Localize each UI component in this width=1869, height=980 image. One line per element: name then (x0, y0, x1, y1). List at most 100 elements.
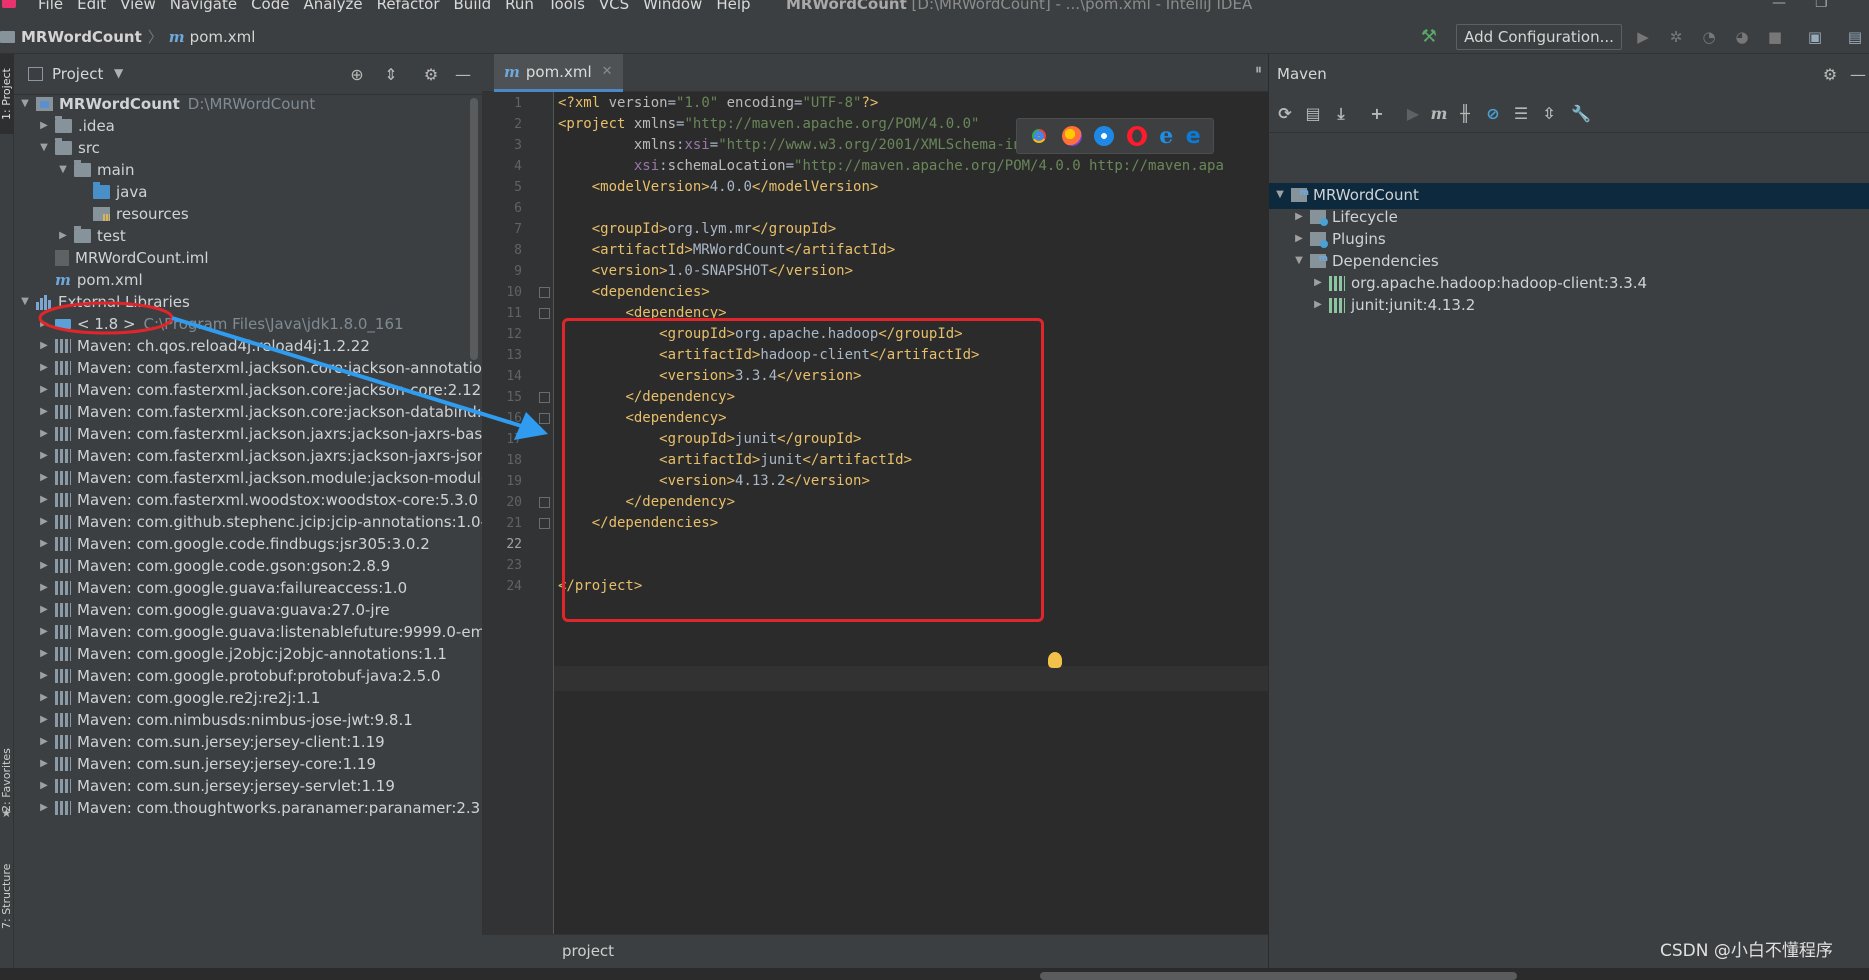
internet-explorer-icon[interactable]: e (1159, 123, 1173, 149)
annotation-highlight-box (562, 318, 1044, 622)
project-panel: Project ▼ ⊕ ⇕ ⚙ — ▼ MRWordCount D:\MRWordC… (14, 54, 482, 968)
menu-window[interactable]: Window (643, 0, 702, 13)
code-token: = (709, 137, 719, 153)
chevron-down-icon[interactable]: ▼ (37, 135, 51, 161)
generate-sources-icon[interactable]: ▤ (1303, 104, 1323, 124)
library-icon (36, 294, 52, 310)
stop-icon[interactable]: ■ (1766, 28, 1784, 46)
maven-file-icon: m (168, 27, 185, 46)
build-hammer-icon[interactable]: ⚒ (1420, 28, 1438, 46)
menu-analyze[interactable]: Analyze (303, 0, 362, 13)
gear-icon[interactable]: ⚙ (1821, 65, 1839, 84)
menu-file[interactable]: File (38, 0, 63, 13)
chevron-right-icon[interactable]: ▶ (37, 795, 51, 821)
minimize-icon[interactable]: — (1772, 0, 1786, 11)
menu-help[interactable]: Help (716, 0, 750, 13)
folder-icon (55, 138, 72, 155)
project-panel-title[interactable]: Project (52, 65, 103, 83)
menu-tools[interactable]: Tools (548, 0, 585, 13)
menu-view[interactable]: View (120, 0, 156, 13)
lightbulb-icon[interactable] (1048, 652, 1062, 668)
hide-icon[interactable]: — (454, 65, 472, 84)
chevron-right-icon[interactable]: ▶ (1311, 292, 1325, 318)
menu-navigate[interactable]: Navigate (170, 0, 237, 13)
chevron-down-icon[interactable]: ▼ (18, 95, 32, 117)
chrome-icon[interactable] (1029, 126, 1050, 146)
restore-icon[interactable]: ❐ (1815, 0, 1828, 11)
execute-goal-icon[interactable]: m (1429, 104, 1449, 124)
hide-icon[interactable]: — (1849, 65, 1867, 84)
chevron-down-icon[interactable]: ▼ (1292, 248, 1306, 274)
maven-toolbar: ⟳ ▤ ⤓ + ▶ m ╫ ⊘ ☰ ⇳ 🔧 (1269, 95, 1869, 133)
tree-item-path: D:\MRWordCount (187, 95, 316, 113)
menu-vcs[interactable]: VCS (599, 0, 629, 13)
edge-icon[interactable]: e (1186, 124, 1201, 149)
run-icon[interactable]: ▶ (1634, 28, 1652, 46)
menu-run[interactable]: Run (505, 0, 534, 13)
menu-code[interactable]: Code (251, 0, 289, 13)
project-structure-icon[interactable]: ▣ (1806, 28, 1824, 46)
skip-tests-icon[interactable]: ⊘ (1483, 104, 1503, 124)
toggle-offline-icon[interactable]: ╫ (1455, 104, 1475, 124)
download-icon[interactable]: ⤓ (1331, 104, 1351, 124)
code-token: <groupId> (591, 221, 668, 237)
fold-marker-icon[interactable] (539, 392, 550, 403)
breadcrumb-project[interactable]: MRWordCount (21, 28, 142, 46)
coverage-icon[interactable]: ◔ (1700, 28, 1718, 46)
collapse-all-icon[interactable]: ⇕ (382, 65, 400, 84)
run-icon[interactable]: ▶ (1403, 104, 1423, 124)
library-icon (55, 779, 71, 793)
maven-tree-item[interactable]: ▶ junit:junit:4.13.2 (1311, 292, 1475, 318)
gear-icon[interactable]: ⚙ (422, 65, 440, 84)
tab-structure[interactable]: 7: Structure (0, 844, 14, 948)
fold-marker-icon[interactable] (539, 518, 550, 529)
show-diagram-icon[interactable]: ☰ (1511, 104, 1531, 124)
editor-horizontal-scrollbar[interactable] (1040, 972, 1517, 980)
menu-build[interactable]: Build (454, 0, 492, 13)
opera-icon[interactable] (1126, 126, 1147, 146)
source-folder-icon (93, 182, 110, 199)
safari-icon[interactable] (1094, 126, 1115, 146)
debug-icon[interactable]: ✲ (1667, 28, 1685, 46)
code-token: "http://maven.apache.org/POM/4.0.0 http:… (794, 158, 1224, 174)
library-icon (55, 735, 71, 749)
chevron-down-icon[interactable]: ▼ (1273, 182, 1287, 208)
firefox-icon[interactable] (1061, 126, 1082, 146)
search-everywhere-icon[interactable]: ▤ (1846, 28, 1864, 46)
code-token: <dependencies> (591, 284, 710, 300)
add-configuration-button[interactable]: Add Configuration... (1456, 24, 1622, 50)
menu-refactor[interactable]: Refactor (377, 0, 440, 13)
add-icon[interactable]: + (1367, 104, 1387, 124)
tab-pom-xml[interactable]: m pom.xml ✕ (494, 54, 623, 92)
menu-edit[interactable]: Edit (77, 0, 106, 13)
xml-path[interactable]: project (562, 942, 614, 960)
library-icon (55, 757, 71, 771)
chevron-down-icon[interactable]: ▼ (114, 66, 123, 80)
fold-marker-icon[interactable] (539, 287, 550, 298)
chevron-down-icon[interactable]: ▼ (18, 289, 32, 315)
library-icon (55, 691, 71, 705)
code-token: ?> (861, 95, 879, 111)
fold-marker-icon[interactable] (539, 497, 550, 508)
chevron-down-icon[interactable]: ▼ (56, 157, 70, 183)
collapse-icon[interactable]: ⇳ (1539, 104, 1559, 124)
wrench-icon[interactable]: 🔧 (1571, 104, 1591, 124)
tree-item[interactable]: ▶ Maven: com.thoughtworks.paranamer:paran… (37, 795, 480, 821)
reload-icon[interactable]: ⟳ (1275, 104, 1295, 124)
library-icon (55, 405, 71, 419)
editor-breadcrumb-bar: project (482, 934, 1268, 968)
code-token: : (659, 158, 668, 174)
breadcrumb-file[interactable]: pom.xml (190, 28, 256, 46)
split-icon[interactable]: ⏸ (1255, 62, 1262, 78)
locate-icon[interactable]: ⊕ (348, 65, 366, 84)
code-token: <artifactId> (591, 242, 693, 258)
profile-icon[interactable]: ◕ (1733, 28, 1751, 46)
project-scrollbar[interactable] (470, 98, 478, 360)
fold-marker-icon[interactable] (539, 308, 550, 319)
close-icon[interactable]: ✕ (602, 64, 613, 79)
project-view-icon (28, 67, 43, 81)
tab-project[interactable]: 1: Project (0, 54, 14, 134)
fold-marker-icon[interactable] (539, 413, 550, 424)
